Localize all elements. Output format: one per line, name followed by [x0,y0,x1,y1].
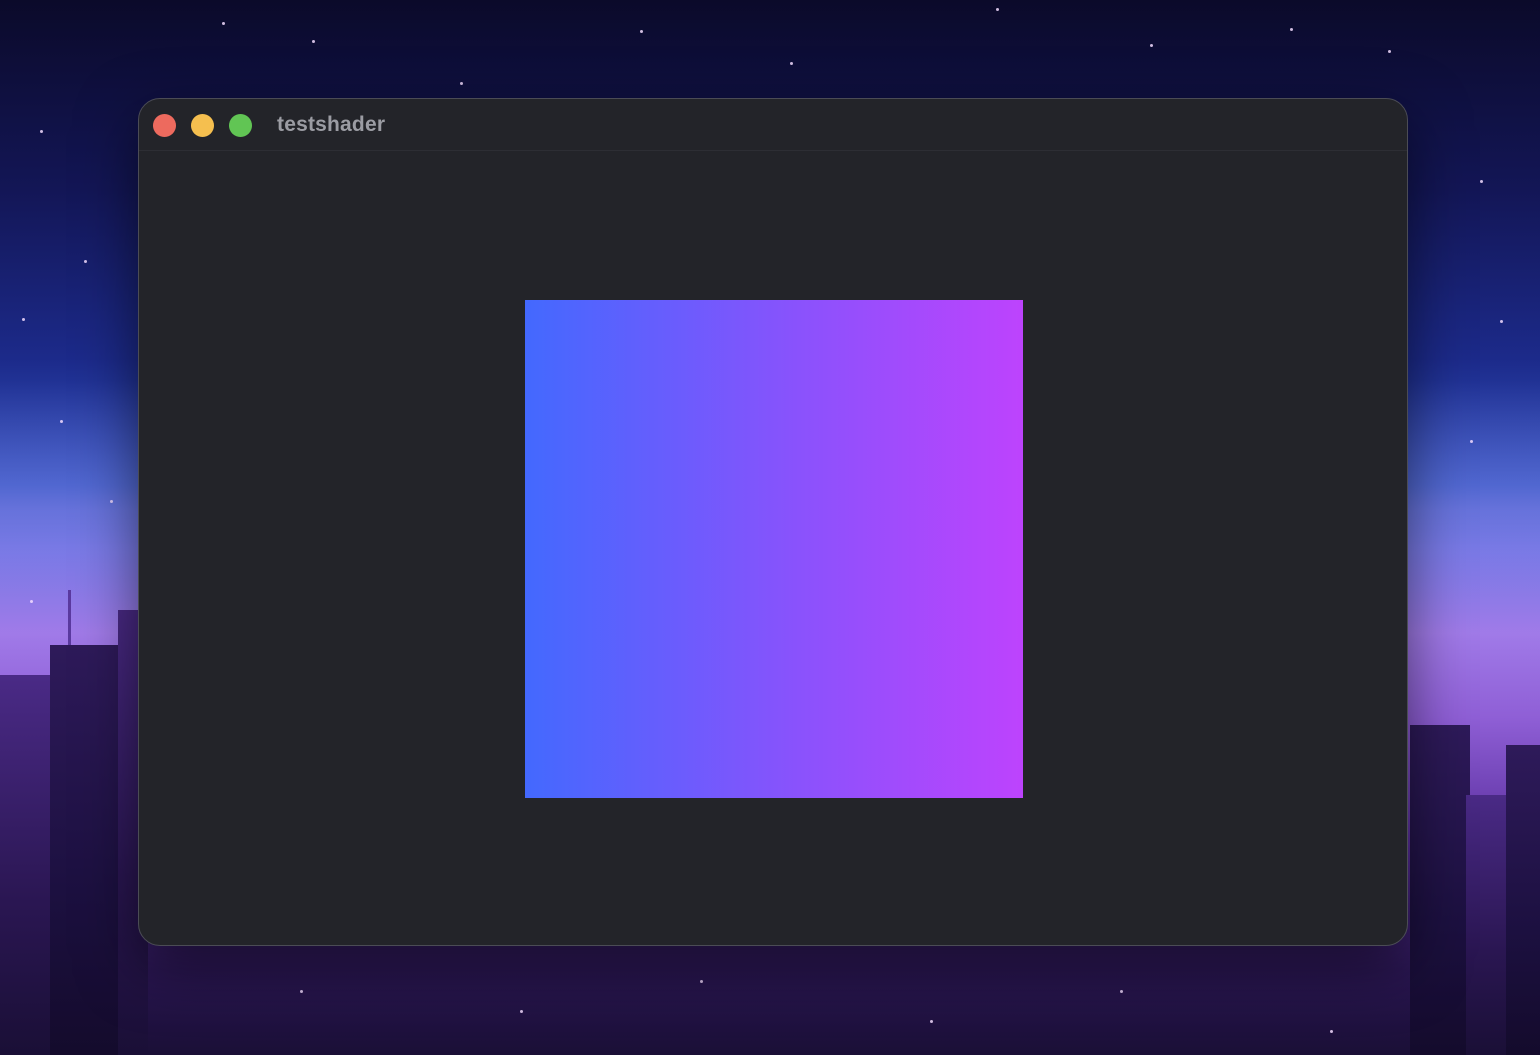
wallpaper-star [222,22,225,25]
wallpaper-star [22,318,25,321]
wallpaper-star [1150,44,1153,47]
wallpaper-star [1470,440,1473,443]
wallpaper-star [312,40,315,43]
desktop-wallpaper: testshader [0,0,1540,1055]
close-button[interactable] [153,114,176,137]
window-title: testshader [277,113,386,136]
wallpaper-star [1290,28,1293,31]
window-content [139,151,1407,945]
wallpaper-star [110,500,113,503]
wallpaper-star [30,600,33,603]
wallpaper-star [520,1010,523,1013]
wallpaper-star [1480,180,1483,183]
wallpaper-star [1500,320,1503,323]
wallpaper-star [1120,990,1123,993]
wallpaper-star [790,62,793,65]
wallpaper-building [1466,795,1506,1055]
wallpaper-star [84,260,87,263]
wallpaper-star [460,82,463,85]
wallpaper-star [1330,1030,1333,1033]
wallpaper-star [60,420,63,423]
wallpaper-star [930,1020,933,1023]
wallpaper-star [700,980,703,983]
app-window: testshader [138,98,1408,946]
window-titlebar[interactable]: testshader [139,99,1407,151]
zoom-button[interactable] [229,114,252,137]
shader-gradient-canvas [525,300,1023,798]
wallpaper-star [640,30,643,33]
wallpaper-star [300,990,303,993]
wallpaper-star [40,130,43,133]
wallpaper-building [1410,725,1470,1055]
wallpaper-building [1506,745,1540,1055]
wallpaper-star [1388,50,1391,53]
wallpaper-star [996,8,999,11]
minimize-button[interactable] [191,114,214,137]
wallpaper-antenna [68,590,71,645]
